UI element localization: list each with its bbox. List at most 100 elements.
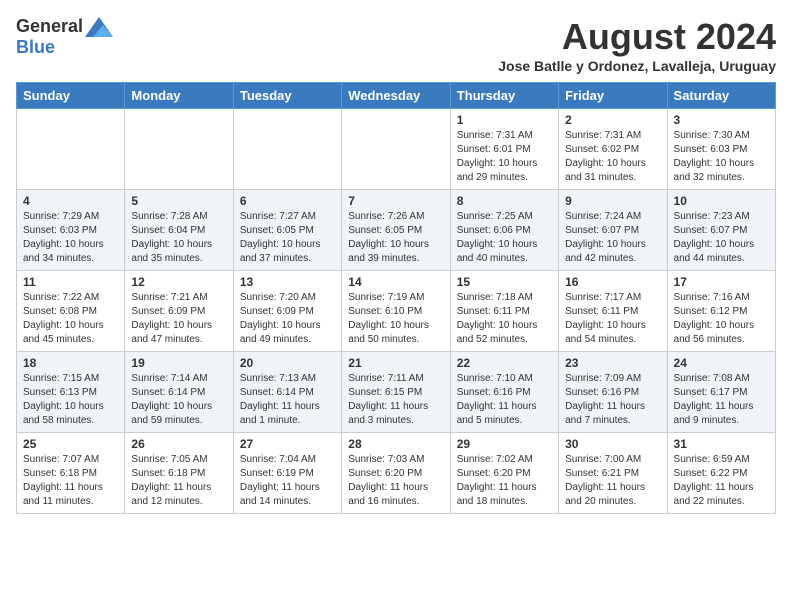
calendar-cell xyxy=(233,109,341,190)
calendar-cell: 20 Sunrise: 7:13 AM Sunset: 6:14 PM Dayli… xyxy=(233,352,341,433)
calendar-cell: 8 Sunrise: 7:25 AM Sunset: 6:06 PM Daylig… xyxy=(450,190,558,271)
day-info: Sunrise: 7:21 AM Sunset: 6:09 PM Dayligh… xyxy=(131,291,226,347)
day-number: 12 xyxy=(131,275,226,289)
calendar-week-row: 1 Sunrise: 7:31 AM Sunset: 6:01 PM Daylig… xyxy=(17,109,776,190)
day-info: Sunrise: 7:30 AM Sunset: 6:03 PM Dayligh… xyxy=(674,129,769,185)
day-info: Sunrise: 7:24 AM Sunset: 6:07 PM Dayligh… xyxy=(565,210,660,266)
day-number: 13 xyxy=(240,275,335,289)
day-info: Sunrise: 7:19 AM Sunset: 6:10 PM Dayligh… xyxy=(348,291,443,347)
logo: General Blue xyxy=(16,16,113,58)
calendar-cell: 18 Sunrise: 7:15 AM Sunset: 6:13 PM Dayli… xyxy=(17,352,125,433)
day-number: 4 xyxy=(23,194,118,208)
day-info: Sunrise: 7:31 AM Sunset: 6:01 PM Dayligh… xyxy=(457,129,552,185)
column-header-sunday: Sunday xyxy=(17,83,125,109)
calendar-cell: 4 Sunrise: 7:29 AM Sunset: 6:03 PM Daylig… xyxy=(17,190,125,271)
day-number: 22 xyxy=(457,356,552,370)
calendar-cell: 19Sunrise: 7:14 AM Sunset: 6:14 PM Dayli… xyxy=(125,352,233,433)
day-number: 8 xyxy=(457,194,552,208)
day-info: Sunrise: 7:13 AM Sunset: 6:14 PM Dayligh… xyxy=(240,372,335,428)
column-header-wednesday: Wednesday xyxy=(342,83,450,109)
day-info: Sunrise: 7:25 AM Sunset: 6:06 PM Dayligh… xyxy=(457,210,552,266)
day-number: 19 xyxy=(131,356,226,370)
day-number: 17 xyxy=(674,275,769,289)
day-number: 6 xyxy=(240,194,335,208)
day-number: 3 xyxy=(674,113,769,127)
calendar-subtitle: Jose Batlle y Ordonez, Lavalleja, Urugua… xyxy=(498,58,776,74)
day-info: Sunrise: 7:07 AM Sunset: 6:18 PM Dayligh… xyxy=(23,453,118,509)
day-number: 25 xyxy=(23,437,118,451)
logo-icon xyxy=(85,17,113,37)
calendar-cell: 5 Sunrise: 7:28 AM Sunset: 6:04 PM Daylig… xyxy=(125,190,233,271)
column-header-friday: Friday xyxy=(559,83,667,109)
calendar-cell: 26 Sunrise: 7:05 AM Sunset: 6:18 PM Dayli… xyxy=(125,433,233,514)
day-number: 1 xyxy=(457,113,552,127)
day-number: 30 xyxy=(565,437,660,451)
day-info: Sunrise: 7:29 AM Sunset: 6:03 PM Dayligh… xyxy=(23,210,118,266)
day-number: 31 xyxy=(674,437,769,451)
calendar-cell: 2 Sunrise: 7:31 AM Sunset: 6:02 PM Daylig… xyxy=(559,109,667,190)
calendar-cell: 11Sunrise: 7:22 AM Sunset: 6:08 PM Dayli… xyxy=(17,271,125,352)
calendar-cell: 13 Sunrise: 7:20 AM Sunset: 6:09 PM Dayli… xyxy=(233,271,341,352)
day-info: Sunrise: 7:28 AM Sunset: 6:04 PM Dayligh… xyxy=(131,210,226,266)
logo-blue-text: Blue xyxy=(16,37,55,58)
day-number: 5 xyxy=(131,194,226,208)
calendar-cell: 7Sunrise: 7:26 AM Sunset: 6:05 PM Daylig… xyxy=(342,190,450,271)
day-info: Sunrise: 7:26 AM Sunset: 6:05 PM Dayligh… xyxy=(348,210,443,266)
calendar-cell: 1 Sunrise: 7:31 AM Sunset: 6:01 PM Daylig… xyxy=(450,109,558,190)
column-header-tuesday: Tuesday xyxy=(233,83,341,109)
day-info: Sunrise: 7:15 AM Sunset: 6:13 PM Dayligh… xyxy=(23,372,118,428)
calendar-cell: 29Sunrise: 7:02 AM Sunset: 6:20 PM Dayli… xyxy=(450,433,558,514)
day-number: 29 xyxy=(457,437,552,451)
day-number: 28 xyxy=(348,437,443,451)
calendar-cell: 28 Sunrise: 7:03 AM Sunset: 6:20 PM Dayli… xyxy=(342,433,450,514)
day-number: 9 xyxy=(565,194,660,208)
calendar-cell: 3 Sunrise: 7:30 AM Sunset: 6:03 PM Daylig… xyxy=(667,109,775,190)
calendar-cell: 14Sunrise: 7:19 AM Sunset: 6:10 PM Dayli… xyxy=(342,271,450,352)
day-info: Sunrise: 7:20 AM Sunset: 6:09 PM Dayligh… xyxy=(240,291,335,347)
calendar-cell xyxy=(17,109,125,190)
calendar-title: August 2024 xyxy=(498,16,776,58)
day-number: 18 xyxy=(23,356,118,370)
day-info: Sunrise: 6:59 AM Sunset: 6:22 PM Dayligh… xyxy=(674,453,769,509)
calendar-cell: 31 Sunrise: 6:59 AM Sunset: 6:22 PM Dayli… xyxy=(667,433,775,514)
day-number: 20 xyxy=(240,356,335,370)
calendar-cell: 15Sunrise: 7:18 AM Sunset: 6:11 PM Dayli… xyxy=(450,271,558,352)
calendar-cell: 25 Sunrise: 7:07 AM Sunset: 6:18 PM Dayli… xyxy=(17,433,125,514)
day-info: Sunrise: 7:03 AM Sunset: 6:20 PM Dayligh… xyxy=(348,453,443,509)
calendar-cell: 9 Sunrise: 7:24 AM Sunset: 6:07 PM Daylig… xyxy=(559,190,667,271)
calendar-cell: 30 Sunrise: 7:00 AM Sunset: 6:21 PM Dayli… xyxy=(559,433,667,514)
calendar-cell: 17 Sunrise: 7:16 AM Sunset: 6:12 PM Dayli… xyxy=(667,271,775,352)
day-info: Sunrise: 7:16 AM Sunset: 6:12 PM Dayligh… xyxy=(674,291,769,347)
day-info: Sunrise: 7:23 AM Sunset: 6:07 PM Dayligh… xyxy=(674,210,769,266)
calendar-week-row: 18 Sunrise: 7:15 AM Sunset: 6:13 PM Dayli… xyxy=(17,352,776,433)
day-info: Sunrise: 7:18 AM Sunset: 6:11 PM Dayligh… xyxy=(457,291,552,347)
calendar-cell: 23Sunrise: 7:09 AM Sunset: 6:16 PM Dayli… xyxy=(559,352,667,433)
day-number: 26 xyxy=(131,437,226,451)
day-info: Sunrise: 7:11 AM Sunset: 6:15 PM Dayligh… xyxy=(348,372,443,428)
calendar-cell xyxy=(125,109,233,190)
day-info: Sunrise: 7:05 AM Sunset: 6:18 PM Dayligh… xyxy=(131,453,226,509)
calendar-table: SundayMondayTuesdayWednesdayThursdayFrid… xyxy=(16,82,776,514)
calendar-cell: 27Sunrise: 7:04 AM Sunset: 6:19 PM Dayli… xyxy=(233,433,341,514)
calendar-cell: 6Sunrise: 7:27 AM Sunset: 6:05 PM Daylig… xyxy=(233,190,341,271)
day-info: Sunrise: 7:00 AM Sunset: 6:21 PM Dayligh… xyxy=(565,453,660,509)
calendar-cell: 21 Sunrise: 7:11 AM Sunset: 6:15 PM Dayli… xyxy=(342,352,450,433)
calendar-week-row: 25 Sunrise: 7:07 AM Sunset: 6:18 PM Dayli… xyxy=(17,433,776,514)
day-info: Sunrise: 7:31 AM Sunset: 6:02 PM Dayligh… xyxy=(565,129,660,185)
day-info: Sunrise: 7:08 AM Sunset: 6:17 PM Dayligh… xyxy=(674,372,769,428)
calendar-cell: 12 Sunrise: 7:21 AM Sunset: 6:09 PM Dayli… xyxy=(125,271,233,352)
calendar-cell: 16 Sunrise: 7:17 AM Sunset: 6:11 PM Dayli… xyxy=(559,271,667,352)
day-number: 2 xyxy=(565,113,660,127)
day-number: 24 xyxy=(674,356,769,370)
calendar-week-row: 4 Sunrise: 7:29 AM Sunset: 6:03 PM Daylig… xyxy=(17,190,776,271)
column-header-monday: Monday xyxy=(125,83,233,109)
day-info: Sunrise: 7:10 AM Sunset: 6:16 PM Dayligh… xyxy=(457,372,552,428)
day-info: Sunrise: 7:09 AM Sunset: 6:16 PM Dayligh… xyxy=(565,372,660,428)
day-info: Sunrise: 7:17 AM Sunset: 6:11 PM Dayligh… xyxy=(565,291,660,347)
day-number: 16 xyxy=(565,275,660,289)
calendar-cell: 24 Sunrise: 7:08 AM Sunset: 6:17 PM Dayli… xyxy=(667,352,775,433)
day-number: 21 xyxy=(348,356,443,370)
day-number: 27 xyxy=(240,437,335,451)
calendar-cell xyxy=(342,109,450,190)
calendar-cell: 22 Sunrise: 7:10 AM Sunset: 6:16 PM Dayli… xyxy=(450,352,558,433)
